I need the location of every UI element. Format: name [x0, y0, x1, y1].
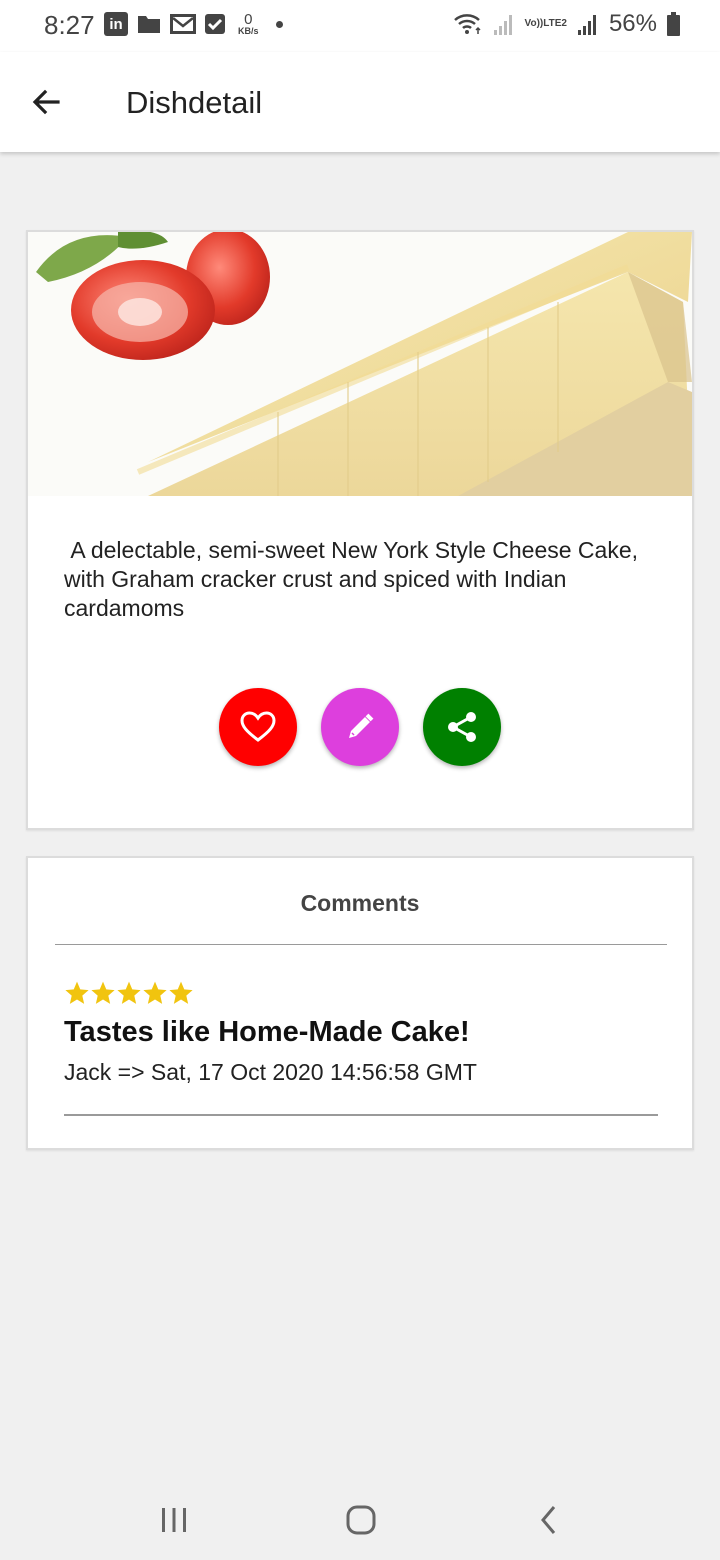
status-notification-icons: in 0 KB/s [104, 12, 283, 36]
data-speed-value: 0 [244, 11, 253, 28]
star-icon [143, 981, 167, 1004]
dish-actions [28, 688, 692, 766]
share-button[interactable] [423, 688, 501, 766]
mail-icon [170, 13, 196, 35]
navigation-bar [0, 1480, 720, 1560]
battery-percent: 56% [608, 10, 657, 37]
star-icon [169, 981, 193, 1004]
lte-label: LTE2 [543, 18, 567, 29]
cheesecake-image [28, 232, 692, 496]
recent-apps-button[interactable] [152, 1498, 196, 1542]
heart-outline-icon [240, 711, 276, 742]
arrow-back-icon [32, 89, 60, 115]
home-icon [346, 1505, 376, 1535]
signal-icon-2 [577, 12, 599, 36]
home-button[interactable] [339, 1498, 383, 1542]
comment-divider [64, 1114, 658, 1116]
more-notifications-dot-icon [275, 20, 283, 28]
star-icon [65, 981, 89, 1004]
app-bar: Dishdetail [0, 52, 720, 152]
star-rating [64, 980, 658, 1010]
star-icon [117, 981, 141, 1004]
network-type-indicator: Vo)) LTE2 [525, 19, 567, 29]
status-time: 8:27 [44, 10, 95, 40]
back-button[interactable] [22, 78, 70, 126]
checkbox-icon [205, 14, 225, 34]
comment-title: Tastes like Home-Made Cake! [64, 1016, 470, 1048]
linkedin-icon: in [104, 12, 128, 36]
dish-image [28, 232, 692, 496]
pencil-icon [349, 713, 374, 738]
data-speed-unit: KB/s [238, 26, 259, 36]
status-bar: 8:27 in 0 KB/s Vo)) LTE2 56% [0, 0, 720, 52]
share-icon [448, 712, 476, 742]
chevron-left-icon [541, 1506, 556, 1534]
add-comment-button[interactable] [321, 688, 399, 766]
system-back-button[interactable] [527, 1498, 571, 1542]
dish-card: A delectable, semi-sweet New York Style … [26, 230, 694, 830]
folder-icon [137, 14, 161, 34]
dish-description: A delectable, semi-sweet New York Style … [64, 537, 645, 621]
volte-label: Vo)) [524, 18, 544, 29]
comment-item: Tastes like Home-Made Cake! Jack => Sat,… [64, 980, 658, 1088]
page-title: Dishdetail [126, 85, 263, 120]
status-system-icons: Vo)) LTE2 56% [453, 10, 680, 38]
star-icon [91, 981, 115, 1004]
data-speed-indicator: 0 KB/s [238, 12, 259, 36]
battery-icon [667, 12, 680, 36]
comments-divider [55, 944, 667, 945]
comments-card: Comments Tastes like Home-Made Cake! Jac… [26, 856, 694, 1150]
wifi-icon [453, 12, 483, 36]
comments-heading: Comments [300, 890, 420, 916]
signal-icon [493, 12, 515, 36]
comment-author-date: Jack => Sat, 17 Oct 2020 14:56:58 GMT [64, 1059, 477, 1085]
recent-apps-icon [162, 1508, 186, 1532]
favorite-button[interactable] [219, 688, 297, 766]
